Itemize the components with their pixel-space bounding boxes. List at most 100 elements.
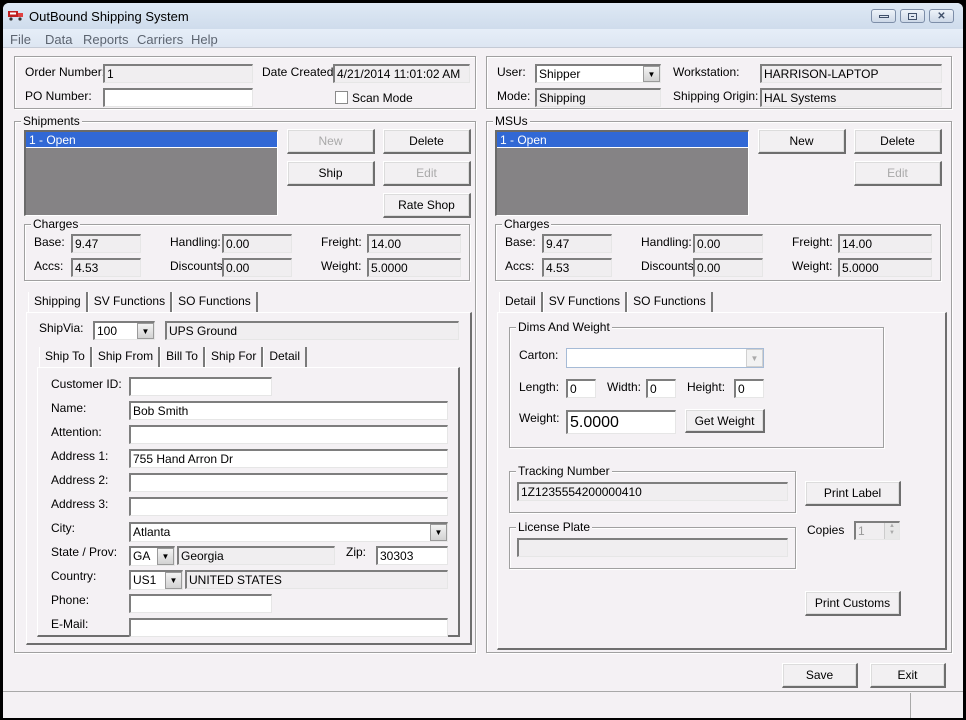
menu-help[interactable]: Help: [191, 32, 218, 47]
zip-input[interactable]: 30303: [376, 546, 448, 565]
msu-new-button[interactable]: New: [758, 129, 846, 154]
shipment-delete-button[interactable]: Delete: [383, 129, 471, 154]
handling-label: Handling:: [170, 235, 221, 249]
email-input[interactable]: [129, 618, 448, 637]
accs-field: 4.53: [71, 258, 141, 277]
name-input[interactable]: Bob Smith: [129, 401, 448, 420]
msu-delete-button[interactable]: Delete: [854, 129, 942, 154]
carton-label: Carton:: [519, 348, 559, 362]
shipvia-label: ShipVia:: [39, 321, 84, 335]
print-customs-button[interactable]: Print Customs: [805, 591, 901, 616]
tab-msu-so-functions[interactable]: SO Functions: [627, 292, 713, 312]
height-input[interactable]: 0: [734, 379, 764, 398]
customer-id-input[interactable]: [129, 377, 272, 396]
shipvia-select[interactable]: 100 ▼: [93, 321, 155, 340]
shipment-tabs: Shipping SV Functions SO Functions: [28, 292, 258, 312]
address3-label: Address 3:: [51, 497, 109, 511]
user-info-group: User: Shipper ▼ Mode: Shipping Workstati…: [486, 56, 952, 109]
discounts-label: Discounts:: [641, 259, 698, 273]
length-input[interactable]: 0: [566, 379, 596, 398]
menu-carriers[interactable]: Carriers: [137, 32, 183, 47]
tab-sv-functions[interactable]: SV Functions: [87, 292, 173, 312]
chevron-down-icon[interactable]: ▼: [430, 524, 447, 541]
tab-bill-to[interactable]: Bill To: [160, 347, 205, 367]
menu-data[interactable]: Data: [45, 32, 72, 47]
msu-tabs: Detail SV Functions SO Functions: [499, 292, 713, 312]
msu-detail-panel: Dims And Weight Carton: ▼ Length: 0 Widt…: [497, 312, 947, 650]
shipments-list[interactable]: 1 - Open: [24, 130, 278, 216]
phone-input[interactable]: [129, 594, 272, 613]
freight-label: Freight:: [321, 235, 362, 249]
msus-list[interactable]: 1 - Open: [495, 130, 749, 216]
tab-ship-for[interactable]: Ship For: [204, 347, 264, 367]
maximize-button[interactable]: [900, 9, 925, 23]
email-label: E-Mail:: [51, 617, 89, 631]
carton-select[interactable]: ▼: [566, 348, 764, 368]
order-number-label: Order Number:: [25, 65, 106, 79]
po-number-input[interactable]: [103, 88, 253, 107]
shipment-edit-button[interactable]: Edit: [383, 161, 471, 186]
country-select[interactable]: US1 ▼: [129, 570, 183, 590]
attention-input[interactable]: [129, 425, 448, 444]
weight-label: Weight:: [792, 259, 833, 273]
user-value: Shipper: [539, 67, 581, 81]
chevron-down-icon[interactable]: ▼: [137, 323, 154, 339]
app-truck-icon: [8, 11, 23, 21]
freight-field: 14.00: [367, 234, 461, 253]
chevron-down-icon[interactable]: ▼: [746, 349, 763, 367]
minimize-button[interactable]: [871, 9, 896, 23]
address-tabs: Ship To Ship From Bill To Ship For Detai…: [39, 347, 308, 367]
dims-weight-input[interactable]: 5.0000: [566, 410, 676, 434]
msu-list-item[interactable]: 1 - Open: [497, 132, 748, 148]
address3-input[interactable]: [129, 497, 448, 516]
scan-mode-checkbox[interactable]: [335, 91, 348, 104]
minimize-icon: [878, 14, 889, 18]
tab-detail[interactable]: Detail: [263, 347, 308, 367]
base-label: Base:: [34, 235, 65, 249]
print-label-button[interactable]: Print Label: [805, 481, 901, 506]
tracking-number-field: 1Z1235554200000410: [517, 482, 788, 501]
shipment-list-item[interactable]: 1 - Open: [26, 132, 277, 148]
menu-reports[interactable]: Reports: [83, 32, 129, 47]
accs-label: Accs:: [34, 259, 64, 273]
ship-to-panel: Customer ID: Name: Bob Smith Attention: …: [37, 367, 460, 637]
address2-input[interactable]: [129, 473, 448, 492]
close-button[interactable]: ✕: [929, 9, 954, 23]
tab-shipping[interactable]: Shipping: [28, 292, 88, 312]
dims-title: Dims And Weight: [516, 320, 612, 334]
order-info-group: Order Number: 1 PO Number: Date Created:…: [14, 56, 476, 109]
msu-edit-button[interactable]: Edit: [854, 161, 942, 186]
license-plate-title: License Plate: [516, 520, 593, 534]
handling-field: 0.00: [693, 234, 763, 253]
discounts-field: 0.00: [693, 258, 763, 277]
menu-file[interactable]: File: [10, 32, 31, 47]
tab-msu-detail[interactable]: Detail: [499, 292, 543, 312]
handling-label: Handling:: [641, 235, 692, 249]
state-select[interactable]: GA ▼: [129, 546, 175, 566]
date-created-label: Date Created:: [262, 65, 337, 79]
exit-button[interactable]: Exit: [870, 663, 946, 688]
shipment-new-button[interactable]: New: [287, 129, 375, 154]
rate-shop-button[interactable]: Rate Shop: [383, 193, 471, 218]
shipvia-name-field: UPS Ground: [165, 321, 459, 340]
spinner-arrows-icon[interactable]: ▲ ▼: [884, 523, 899, 539]
ship-button[interactable]: Ship: [287, 161, 375, 186]
po-number-label: PO Number:: [25, 89, 92, 103]
chevron-down-icon[interactable]: ▼: [165, 572, 182, 589]
chevron-down-icon[interactable]: ▼: [643, 66, 660, 82]
address1-input[interactable]: 755 Hand Arron Dr: [129, 449, 448, 468]
chevron-down-icon[interactable]: ▼: [157, 548, 174, 565]
mode-label: Mode:: [497, 89, 531, 103]
width-input[interactable]: 0: [646, 379, 676, 398]
copies-spinner[interactable]: 1 ▲ ▼: [854, 521, 900, 540]
city-select[interactable]: Atlanta ▼: [129, 522, 448, 542]
menu-bar: File Data Reports Carriers Help: [3, 29, 963, 48]
tab-so-functions[interactable]: SO Functions: [172, 292, 258, 312]
tab-ship-from[interactable]: Ship From: [91, 347, 161, 367]
handling-field: 0.00: [222, 234, 292, 253]
get-weight-button[interactable]: Get Weight: [685, 409, 765, 433]
tab-ship-to[interactable]: Ship To: [39, 347, 92, 367]
user-select[interactable]: Shipper ▼: [535, 64, 661, 83]
save-button[interactable]: Save: [782, 663, 858, 688]
tab-msu-sv-functions[interactable]: SV Functions: [542, 292, 628, 312]
